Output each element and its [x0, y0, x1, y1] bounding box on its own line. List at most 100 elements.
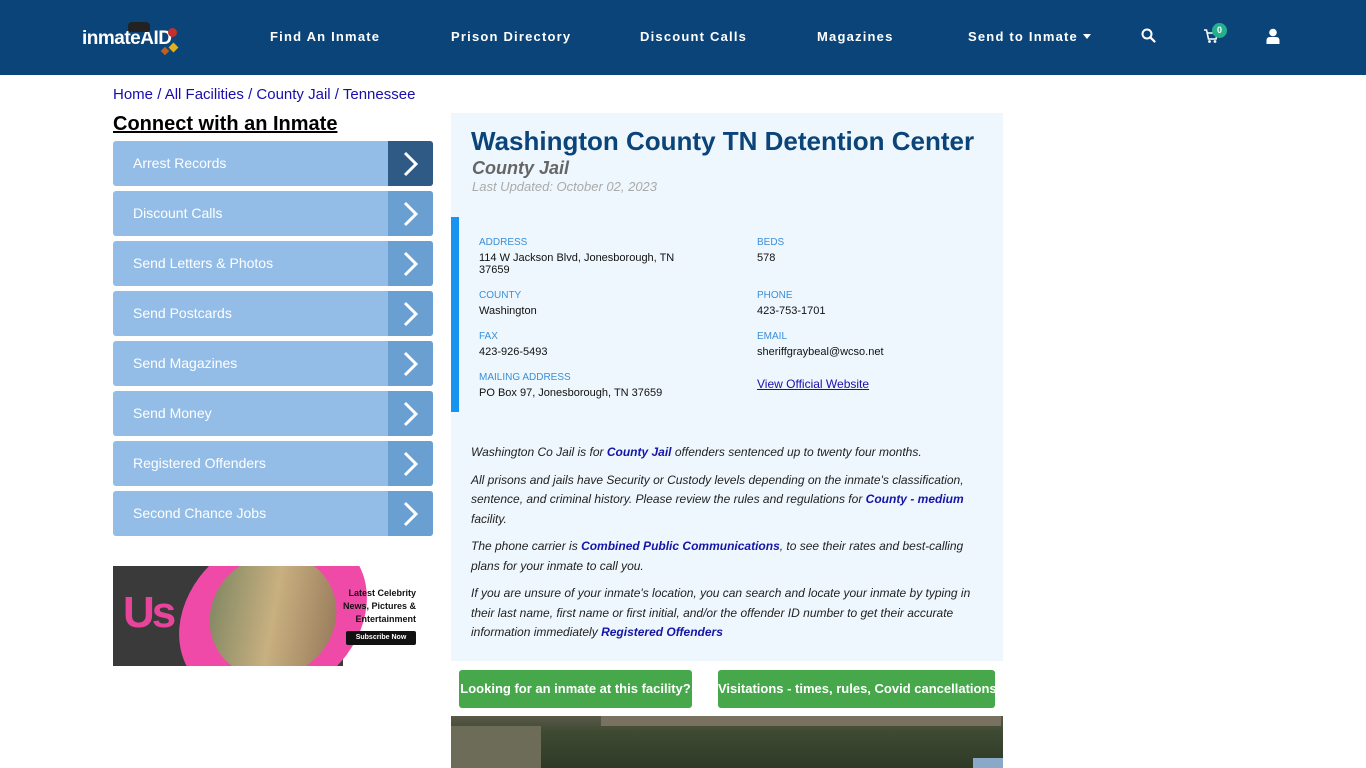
breadcrumb-tennessee[interactable]: Tennessee: [343, 86, 416, 103]
facility-title: Washington County TN Detention Center: [471, 126, 975, 156]
sidebar-item-registered-offenders[interactable]: Registered Offenders: [113, 441, 433, 486]
sidebar-item-label: Send Postcards: [133, 305, 232, 321]
mailing-address-value: PO Box 97, Jonesborough, TN 37659: [479, 387, 663, 399]
registered-offenders-link[interactable]: Registered Offenders: [601, 625, 723, 639]
chevron-right-icon: [388, 291, 433, 336]
sidebar-item-second-chance-jobs[interactable]: Second Chance Jobs: [113, 491, 433, 536]
facility-description: Washington Co Jail is for County Jail of…: [471, 443, 976, 651]
user-icon[interactable]: [1266, 28, 1280, 49]
ad-headline: Latest Celebrity News, Pictures & Entert…: [343, 587, 416, 626]
beds-value: 578: [757, 252, 776, 264]
county-field: COUNTY Washington: [479, 290, 689, 317]
photo-water: [973, 758, 1003, 768]
mailing-address-label: MAILING ADDRESS: [479, 372, 571, 383]
beds-field: BEDS 578: [757, 237, 967, 264]
breadcrumb-all-facilities[interactable]: All Facilities: [165, 86, 244, 103]
phone-value: 423-753-1701: [757, 305, 826, 317]
text: The phone carrier is: [471, 539, 582, 553]
sidebar-item-send-letters-photos[interactable]: Send Letters & Photos: [113, 241, 433, 286]
sidebar-item-label: Send Letters & Photos: [133, 255, 274, 271]
county-label: COUNTY: [479, 290, 522, 301]
fax-value: 423-926-5493: [479, 346, 548, 358]
photo-field: [451, 726, 541, 768]
sidebar-item-label: Arrest Records: [133, 155, 227, 171]
county-jail-link[interactable]: County Jail: [607, 445, 672, 459]
facility-card: Washington County TN Detention Center Co…: [451, 113, 1003, 661]
chevron-right-icon: [388, 191, 433, 236]
description-paragraph: All prisons and jails have Security or C…: [471, 471, 976, 530]
fax-field: FAX 423-926-5493: [479, 331, 689, 358]
nav-send-to-inmate[interactable]: Send to Inmate: [968, 29, 1091, 45]
caret-down-icon: [1082, 34, 1091, 39]
email-field: EMAIL sheriffgraybeal@wcso.net: [757, 331, 967, 358]
beds-label: BEDS: [757, 237, 785, 248]
description-paragraph: If you are unsure of your inmate's locat…: [471, 584, 976, 643]
text: facility.: [471, 511, 507, 526]
sidebar-title[interactable]: Connect with an Inmate: [113, 113, 337, 136]
breadcrumb: Home / All Facilities / County Jail / Te…: [113, 86, 415, 103]
us-weekly-ad-banner[interactable]: Us Latest Celebrity News, Pictures & Ent…: [113, 566, 433, 666]
mailing-address-field: MAILING ADDRESS PO Box 97, Jonesborough,…: [479, 372, 739, 399]
email-value: sheriffgraybeal@wcso.net: [757, 346, 884, 358]
ad-line: Entertainment: [355, 614, 416, 624]
address-label: ADDRESS: [479, 237, 528, 248]
breadcrumb-separator: /: [157, 86, 165, 103]
chevron-right-icon: [388, 241, 433, 286]
ad-brand-logo: Us: [123, 588, 176, 637]
breadcrumb-county-jail[interactable]: County Jail: [256, 86, 330, 103]
chevron-right-icon: [388, 141, 433, 186]
text: offenders sentenced up to twenty four mo…: [671, 445, 922, 459]
sidebar-item-label: Registered Offenders: [133, 455, 266, 471]
nav-discount-calls[interactable]: Discount Calls: [640, 29, 747, 45]
sidebar-item-label: Send Magazines: [133, 355, 238, 371]
sidebar-item-discount-calls[interactable]: Discount Calls: [113, 191, 433, 236]
photo-road: [601, 716, 1001, 726]
top-navbar: inmateAID Find An Inmate Prison Director…: [0, 0, 1366, 75]
logo-hat-icon: [128, 22, 150, 32]
county-value: Washington: [479, 305, 537, 317]
combined-public-communications-link[interactable]: Combined Public Communications: [581, 539, 780, 553]
address-field: ADDRESS 114 W Jackson Blvd, Jonesborough…: [479, 237, 689, 276]
phone-label: PHONE: [757, 290, 793, 301]
sidebar-item-label: Second Chance Jobs: [133, 505, 267, 521]
phone-field: PHONE 423-753-1701: [757, 290, 967, 317]
sidebar-item-send-money[interactable]: Send Money: [113, 391, 433, 436]
ad-line: Latest Celebrity: [348, 588, 416, 598]
chevron-right-icon: [388, 441, 433, 486]
sidebar-item-label: Send Money: [133, 405, 212, 421]
description-paragraph: Washington Co Jail is for County Jail of…: [471, 443, 976, 463]
visitation-info-button[interactable]: Visitations - times, rules, Covid cancel…: [718, 670, 997, 708]
find-inmate-at-facility-button[interactable]: Looking for an inmate at this facility?: [459, 670, 692, 708]
chevron-right-icon: [388, 391, 433, 436]
email-label: EMAIL: [757, 331, 788, 342]
chevron-right-icon: [388, 341, 433, 386]
sidebar-menu: Arrest Records Discount Calls Send Lette…: [113, 141, 433, 541]
search-icon[interactable]: [1141, 28, 1156, 48]
logo-text: inmateAID: [82, 28, 172, 49]
address-value: 114 W Jackson Blvd, Jonesborough, TN 376…: [479, 252, 675, 276]
site-logo[interactable]: inmateAID: [82, 22, 179, 56]
nav-send-to-inmate-label: Send to Inmate: [968, 29, 1078, 44]
county-medium-link[interactable]: County - medium: [866, 492, 964, 506]
facility-info-box: ADDRESS 114 W Jackson Blvd, Jonesborough…: [451, 217, 1003, 412]
description-paragraph: The phone carrier is Combined Public Com…: [471, 537, 976, 576]
chevron-right-icon: [388, 491, 433, 536]
nav-prison-directory[interactable]: Prison Directory: [451, 29, 571, 45]
breadcrumb-separator: /: [334, 86, 343, 103]
facility-type: County Jail: [472, 158, 570, 178]
text: Washington Co Jail is for: [471, 445, 607, 459]
nav-magazines[interactable]: Magazines: [817, 29, 894, 45]
view-official-website-link[interactable]: View Official Website: [757, 377, 869, 391]
logo-leaf-icon: [168, 28, 177, 37]
website-field: View Official Website: [757, 375, 869, 393]
breadcrumb-home[interactable]: Home: [113, 86, 153, 103]
ad-subscribe-button[interactable]: Subscribe Now: [346, 631, 416, 645]
sidebar-item-send-postcards[interactable]: Send Postcards: [113, 291, 433, 336]
sidebar-item-arrest-records[interactable]: Arrest Records: [113, 141, 433, 186]
sidebar-item-label: Discount Calls: [133, 205, 223, 221]
facility-aerial-photo: [451, 716, 1003, 768]
last-updated: Last Updated: October 02, 2023: [472, 179, 658, 194]
sidebar-item-send-magazines[interactable]: Send Magazines: [113, 341, 433, 386]
cart-count-badge: 0: [1212, 23, 1227, 38]
nav-find-an-inmate[interactable]: Find An Inmate: [270, 29, 380, 45]
